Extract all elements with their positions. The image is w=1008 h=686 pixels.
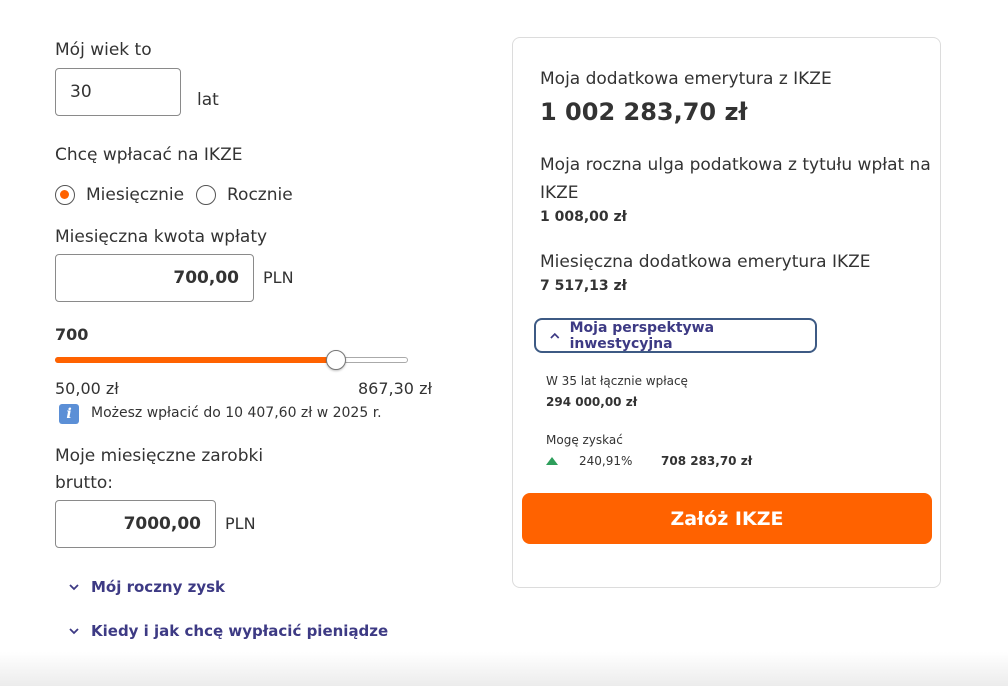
withdraw-link[interactable]: Kiedy i jak chcę wypłacić pieniądze (67, 622, 388, 640)
gain-label: Mogę zyskać (546, 433, 623, 447)
info-text: Możesz wpłacić do 10 407,60 zł w 2025 r. (91, 405, 382, 421)
total-paid-label: W 35 lat łącznie wpłacę (546, 374, 688, 388)
chevron-down-icon (69, 628, 79, 635)
summary-panel: Moja dodatkowa emerytura z IKZE 1 002 28… (512, 37, 941, 588)
annual-profit-link[interactable]: Mój roczny zysk (67, 578, 225, 596)
pension-label: Moja dodatkowa emerytura z IKZE (540, 69, 832, 89)
perspective-toggle-label: Moja perspektywa inwestycyjna (569, 319, 715, 352)
gain-percent: 240,91% (579, 454, 633, 468)
annual-profit-link-label: Mój roczny zysk (91, 578, 226, 596)
earnings-label-line2: brutto: (55, 473, 114, 493)
perspective-toggle[interactable]: Moja perspektywa inwestycyjna (534, 318, 817, 353)
yearly-radio[interactable] (196, 185, 216, 205)
tax-relief-label-line1: Moja roczna ulga podatkowa z tytułu wpła… (540, 155, 931, 175)
tax-relief-label-line2: IKZE (540, 183, 579, 203)
yearly-radio-label[interactable]: Rocznie (227, 185, 293, 205)
monthly-radio-label[interactable]: Miesięcznie (86, 185, 184, 205)
earnings-input[interactable]: 7000,00 (55, 500, 216, 548)
age-label: Mój wiek to (55, 40, 152, 60)
slider-value-label: 700 (55, 325, 89, 344)
chevron-down-icon (69, 584, 79, 591)
chevron-up-icon (550, 332, 560, 339)
frequency-label: Chcę wpłacać na IKZE (55, 145, 243, 165)
age-input[interactable]: 30 (55, 68, 181, 116)
slider-fill (55, 357, 336, 363)
monthly-radio[interactable] (55, 185, 75, 205)
age-unit: lat (197, 90, 219, 110)
open-ikze-button[interactable]: Załóż IKZE (522, 493, 932, 544)
gain-value: 708 283,70 zł (661, 454, 753, 468)
monthly-pension-value: 7 517,13 zł (540, 278, 627, 294)
tax-relief-value: 1 008,00 zł (540, 209, 627, 225)
slider-min-label: 50,00 zł (55, 379, 119, 398)
earnings-label-line1: Moje miesięczne zarobki (55, 446, 264, 466)
withdraw-link-label: Kiedy i jak chcę wypłacić pieniądze (91, 622, 389, 640)
amount-currency: PLN (263, 268, 294, 287)
slider-max-label: 867,30 zł (358, 379, 433, 398)
slider-thumb[interactable] (326, 350, 346, 370)
monthly-pension-label: Miesięczna dodatkowa emerytura IKZE (540, 252, 871, 272)
earnings-currency: PLN (225, 514, 256, 533)
total-paid-value: 294 000,00 zł (546, 395, 638, 409)
amount-label: Miesięczna kwota wpłaty (55, 227, 268, 247)
amount-slider[interactable] (55, 350, 408, 370)
info-icon: i (59, 404, 79, 424)
page-bottom-fade (0, 652, 1008, 686)
trend-up-icon (546, 457, 558, 465)
pension-value: 1 002 283,70 zł (540, 98, 748, 126)
amount-input[interactable]: 700,00 (55, 254, 254, 302)
